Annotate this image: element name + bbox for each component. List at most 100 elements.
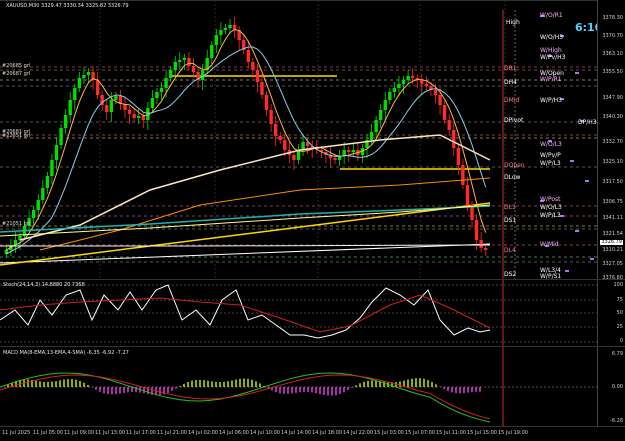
candle-body <box>182 58 187 60</box>
time-axis-label: 11 Jul 21:00 <box>157 430 187 436</box>
price-scale-label: 3363.10 <box>602 51 623 57</box>
price-scale-label: 3306.75 <box>602 199 623 205</box>
candle-body <box>283 140 287 150</box>
candle-body <box>137 116 141 118</box>
candle-body <box>150 98 155 108</box>
level-marker <box>575 230 579 232</box>
price-chart[interactable] <box>0 0 598 279</box>
candle-body <box>178 60 182 62</box>
time-axis-label: 14 Jul 14:00 <box>281 430 311 436</box>
price-scale-label: 3310.21 <box>602 247 623 253</box>
candle-body <box>159 88 164 92</box>
candle-body <box>73 88 77 100</box>
time-axis-label: 14 Jul 06:00 <box>219 430 249 436</box>
candle-body <box>219 30 223 35</box>
macd-chart[interactable] <box>0 347 598 426</box>
candle-body <box>36 200 40 210</box>
candle-body <box>132 114 136 118</box>
time-axis-label: 11 Jul 13:00 <box>95 430 125 436</box>
time-axis-label: 11 Jul 09:00 <box>64 430 94 436</box>
price-scale[interactable]: 3378.30 3370.70 3363.10 3355.50 3347.90 3340.… <box>597 0 625 281</box>
candle-body <box>420 80 424 84</box>
stoch-scale-label: 50 <box>616 310 623 316</box>
time-axis[interactable]: 11 Jul 2025 11 Jul 05:00 11 Jul 09:00 11 Ju… <box>0 426 625 441</box>
stochastic-scale[interactable]: 100 75 50 25 0 <box>597 280 625 346</box>
candle-body <box>474 220 479 240</box>
candle-body <box>392 88 397 92</box>
trend-line <box>0 243 491 264</box>
weekly-level-label: W/P/L3 <box>540 212 561 219</box>
stoch-scale-label: 0 <box>619 338 623 344</box>
stochastic-panel[interactable]: Stoch(24,14,3) 14.8880 20.7368 100 75 50 25… <box>0 280 625 347</box>
level-marker <box>585 180 589 182</box>
candle-body <box>86 72 91 75</box>
macd-panel[interactable]: MACD MA(8-EMA,13-EMA,4-SMA) -6.35 -6.92 … <box>0 347 625 426</box>
level-marker <box>570 160 574 162</box>
stochastic-chart[interactable] <box>0 280 598 346</box>
candle-body <box>187 58 191 66</box>
candle-body <box>155 92 159 98</box>
level-marker <box>565 270 569 272</box>
slow-ma-orange <box>39 177 491 251</box>
candle-body <box>479 240 483 248</box>
candle-body <box>383 100 387 110</box>
time-axis-label: 15 Jul 15:00 <box>467 430 497 436</box>
weekly-level-label: W/O/R1 <box>540 12 563 19</box>
candle-body <box>214 35 219 45</box>
time-axis-label: 14 Jul 02:00 <box>188 430 218 436</box>
candle-body <box>410 76 415 78</box>
candle-body <box>273 124 278 136</box>
daily-level-label: DOpen <box>504 162 525 169</box>
candle-body <box>95 80 100 95</box>
weekly-level-label: W/P/R1 <box>540 76 562 83</box>
candle-body <box>447 120 451 130</box>
weekly-level-label: DP/H3 <box>578 119 597 126</box>
weekly-level-label: W/P/L3 <box>540 160 561 167</box>
price-scale-label: 3347.90 <box>602 95 623 101</box>
macd-scale-label: -6.28 <box>610 418 623 424</box>
candle-body <box>31 210 36 218</box>
candle-body <box>264 95 269 110</box>
weekly-level-label: W/Pv/P <box>540 152 561 159</box>
daily-level-label: DL4 <box>504 247 516 254</box>
daily-level-label: DS2 <box>504 271 517 278</box>
daily-level-label: DR1 <box>504 65 517 72</box>
price-scale-label: 3370.70 <box>602 33 623 39</box>
price-tag: #21051 grl <box>2 221 31 227</box>
candle-body <box>484 248 488 250</box>
candle-body <box>173 62 177 70</box>
macd-scale[interactable]: 6.79 0.00 -6.28 <box>597 347 625 426</box>
candle-body <box>292 155 296 160</box>
price-scale-label: 3327.05 <box>602 261 623 267</box>
candle-body <box>77 78 82 88</box>
candle-body <box>424 84 429 86</box>
price-scale-label: 3325.10 <box>602 159 623 165</box>
candle-body <box>388 92 392 100</box>
price-scale-label: 3378.30 <box>602 15 623 21</box>
candle-body <box>456 148 461 165</box>
daily-level-label: DL3 <box>504 204 516 211</box>
candle-body <box>347 150 351 152</box>
time-axis-label: 15 Jul 19:00 <box>498 430 528 436</box>
candle-body <box>369 132 374 140</box>
time-axis-label: 15 Jul 03:00 <box>374 430 404 436</box>
macd-scale-label: 0.00 <box>611 384 623 390</box>
weekly-level-label: W/O/L3 <box>540 141 562 148</box>
macd-title: MACD MA(8-EMA,13-EMA,4-SMA) -6.35 -6.92 … <box>3 350 129 356</box>
candle-body <box>68 100 72 115</box>
main-chart-panel[interactable]: XAUUSD,M30 3329.47 3330.34 3325.82 3326.… <box>0 0 625 281</box>
price-scale-label: 3321.54 <box>602 231 623 237</box>
slow-ma-line <box>0 202 491 266</box>
candle-body <box>251 62 255 70</box>
candle-body <box>452 130 456 148</box>
candle-body <box>59 128 63 145</box>
candle-body <box>397 84 401 88</box>
candle-body <box>374 120 378 132</box>
price-scale-label: 3341.11 <box>602 215 623 221</box>
level-marker <box>590 258 594 260</box>
current-price-tag: 3326.79 <box>600 239 623 245</box>
stoch-scale-label: 75 <box>616 297 623 303</box>
candle-body <box>109 100 113 112</box>
candle-body <box>406 76 410 80</box>
weekly-level-label: W/O/L3 <box>540 204 562 211</box>
